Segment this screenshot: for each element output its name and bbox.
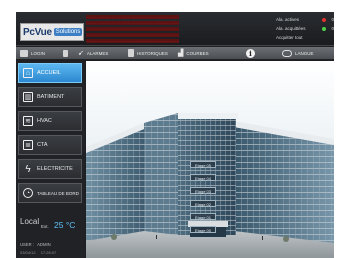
sidebar-item-hvac[interactable]: ≋ HVAC bbox=[18, 111, 82, 131]
active-alarms-count: 0 bbox=[331, 17, 334, 22]
hvac-icon: ≋ bbox=[23, 116, 33, 126]
building-icon: ▥ bbox=[23, 92, 33, 102]
header-bar: PcVue Solutions -------- ---------- -- -… bbox=[16, 12, 334, 46]
alarm-line[interactable]: -------- ---------- -- --- ------- -----… bbox=[86, 39, 274, 43]
floor-label-00[interactable]: Etage 00 bbox=[190, 226, 216, 233]
alarm-line[interactable]: -------- ---------- -- --- ------- -----… bbox=[86, 27, 274, 31]
time-value: 17:26:07 bbox=[40, 250, 57, 255]
info-button[interactable]: i bbox=[242, 47, 278, 60]
lightning-icon: ϟ bbox=[25, 163, 31, 175]
alarms-button[interactable]: ➹ ALARMES bbox=[74, 47, 124, 60]
floor-label-01[interactable]: Etage 01 bbox=[190, 213, 216, 220]
alarm-status: Ala. actives 0 Ala. acquittées 0 Acquitt… bbox=[276, 15, 334, 42]
building-view: Etage 05 Etage 04 Etage 03 Etage 02 Etag… bbox=[86, 61, 334, 258]
floor-label-05[interactable]: Etage 05 bbox=[190, 161, 216, 168]
acknowledge-all-button[interactable]: Acquitter tout bbox=[276, 33, 334, 42]
sidebar-item-label: BATIMENT bbox=[37, 94, 65, 100]
cta-icon: ≣ bbox=[23, 140, 33, 150]
app-window: PcVue Solutions -------- ---------- -- -… bbox=[16, 12, 334, 258]
ack-alarms-label: Ala. acquittées bbox=[276, 26, 306, 31]
list-icon bbox=[63, 49, 68, 57]
curves-label: COURBES bbox=[186, 50, 209, 56]
user-info: USER : ADMIN bbox=[20, 242, 51, 247]
alarm-banner[interactable]: -------- ---------- -- --- ------- -----… bbox=[86, 15, 274, 45]
date-value: 03/04/12 bbox=[20, 250, 36, 255]
info-icon: i bbox=[246, 48, 255, 58]
outdoor-temperature: 25 °C bbox=[54, 220, 76, 230]
floor-label-03[interactable]: Etage 03 bbox=[190, 187, 216, 194]
sidebar-item-label: TABLEAU DE BORD bbox=[37, 190, 79, 196]
acknowledge-all-label: Acquitter tout bbox=[276, 35, 303, 40]
ext-label: Ext. bbox=[41, 224, 49, 229]
alarm-line[interactable]: -------- ---------- -- --- ------- -----… bbox=[86, 15, 274, 19]
alarm-line[interactable]: -------- ---------- -- --- ------- -----… bbox=[86, 33, 274, 37]
toolbar: LOGIN ➹ ALARMES HISTORIQUES ▟ COURBES i … bbox=[16, 47, 334, 60]
sidebar-item-batiment[interactable]: ▥ BATIMENT bbox=[18, 87, 82, 107]
login-icon bbox=[20, 49, 28, 57]
floor-label-02[interactable]: Etage 02 bbox=[190, 200, 216, 207]
curves-button[interactable]: ▟ COURBES bbox=[174, 47, 242, 60]
history-button[interactable]: HISTORIQUES bbox=[124, 47, 174, 60]
sidebar-item-accueil[interactable]: ⌂ ACCUEIL bbox=[18, 63, 82, 83]
ack-alarms-indicator bbox=[322, 26, 327, 31]
chart-icon: ▟ bbox=[178, 50, 184, 57]
user-name: ADMIN bbox=[37, 242, 51, 247]
language-button[interactable]: LANGUE bbox=[278, 47, 328, 60]
sidebar-item-label: ELECTRICITE bbox=[37, 166, 73, 172]
sidebar-item-label: ACCUEIL bbox=[37, 70, 61, 76]
sidebar-item-label: HVAC bbox=[37, 118, 52, 124]
alarm-line[interactable]: -------- ---------- -- --- ------- -----… bbox=[86, 21, 274, 25]
active-alarms-indicator bbox=[322, 17, 327, 22]
sidebar: ⌂ ACCUEIL ▥ BATIMENT ≋ HVAC ≣ CTA ϟ ELEC… bbox=[16, 61, 85, 258]
login-label: LOGIN bbox=[31, 50, 46, 56]
ack-alarms-count: 0 bbox=[331, 26, 334, 31]
datetime: 03/04/12 17:26:07 bbox=[20, 250, 56, 255]
local-label: Local bbox=[20, 217, 40, 226]
sidebar-item-label: CTA bbox=[37, 142, 48, 148]
home-icon: ⌂ bbox=[23, 68, 33, 78]
sidebar-item-cta[interactable]: ≣ CTA bbox=[18, 135, 82, 155]
login-button[interactable]: LOGIN bbox=[16, 47, 60, 60]
user-label: USER : bbox=[20, 242, 34, 247]
language-icon bbox=[282, 49, 292, 57]
language-label: LANGUE bbox=[295, 50, 314, 56]
active-alarms-row: Ala. actives 0 bbox=[276, 15, 334, 24]
history-label: HISTORIQUES bbox=[137, 50, 168, 56]
pcvue-logo: PcVue Solutions bbox=[20, 23, 84, 41]
history-icon bbox=[128, 49, 134, 57]
logo-sub-text: Solutions bbox=[53, 28, 83, 36]
floor-label-04[interactable]: Etage 04 bbox=[190, 174, 216, 181]
sidebar-item-tableau-de-bord[interactable]: ◔ TABLEAU DE BORD bbox=[18, 183, 82, 203]
weather-panel: Local Ext. 25 °C USER : ADMIN 03/04/12 1… bbox=[18, 215, 84, 258]
ack-alarms-row: Ala. acquittées 0 bbox=[276, 24, 334, 33]
active-alarms-label: Ala. actives bbox=[276, 17, 300, 22]
logo-text: PcVue bbox=[23, 26, 52, 38]
alarm-bell-icon: ➹ bbox=[78, 50, 84, 57]
gauge-icon: ◔ bbox=[23, 188, 33, 198]
sidebar-item-electricite[interactable]: ϟ ELECTRICITE bbox=[18, 159, 82, 179]
alarms-label: ALARMES bbox=[86, 50, 109, 56]
alarm-list-button[interactable] bbox=[60, 47, 74, 60]
